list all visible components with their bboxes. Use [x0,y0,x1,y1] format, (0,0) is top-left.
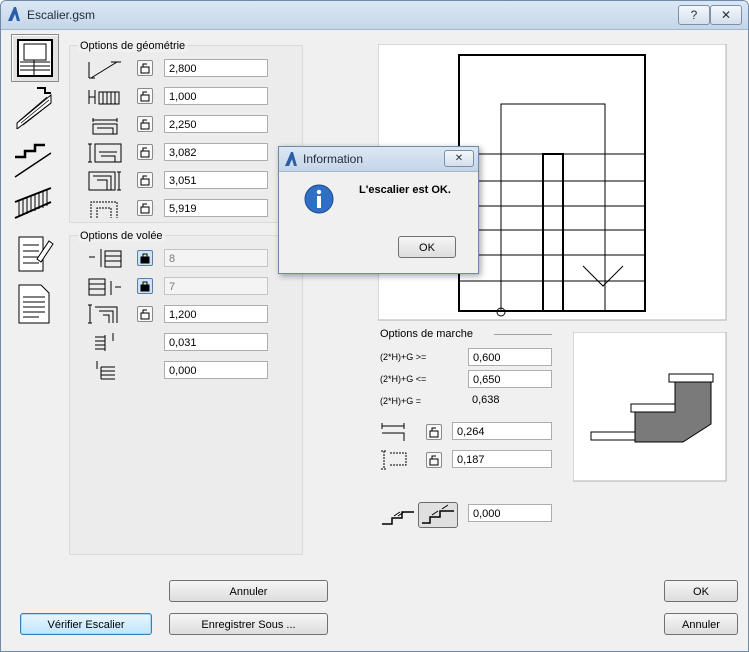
dialog-message: L'escalier est OK. [359,184,451,196]
step-options-title: Options de marche [380,328,473,340]
tab-railing[interactable] [11,182,57,228]
lock-button-5[interactable] [137,172,153,188]
close-button[interactable]: ✕ [710,5,742,25]
geometry-field-5[interactable]: 3,051 [164,171,268,189]
perimeter-icon [90,201,118,218]
rule-result-label: (2*H)+G = [380,396,422,406]
lock-button-7[interactable] [137,250,153,266]
dialog-title: Information [303,152,364,166]
flight-field-3[interactable]: 1,200 [164,305,268,323]
document-icon [18,284,50,324]
rule-max-field[interactable]: 0,650 [468,370,552,388]
lock-icon [140,119,150,130]
cancel-button-right[interactable]: Annuler [664,613,738,635]
lock-button-3[interactable] [137,116,153,132]
geometry-field-1[interactable]: 2,800 [164,59,268,77]
check-stair-button[interactable]: Vérifier Escalier [20,613,152,635]
dialog-ok-button[interactable]: OK [398,236,456,258]
stair-section-icon [14,143,52,178]
edit-icon [18,236,54,272]
save-as-button[interactable]: Enregistrer Sous ... [169,613,328,635]
lock-icon [140,309,150,320]
rule-min-label: (2*H)+G >= [380,352,427,362]
risers-count-icon [89,249,122,268]
help-button[interactable]: ? [678,5,710,25]
railing-icon [14,187,52,219]
landing-offset-icon [96,361,115,380]
rule-min-field[interactable]: 0,600 [468,348,552,366]
nosing-bevel-icon [422,504,454,524]
lock-icon [140,147,150,158]
step-section-preview [573,332,727,482]
lock-button-9[interactable] [137,306,153,322]
geometry-field-4[interactable]: 3,082 [164,143,268,161]
title-bar: Escalier.gsm ? ✕ [1,1,748,30]
cancel-button-left[interactable]: Annuler [169,580,328,602]
lock-icon [140,63,150,74]
riser-field[interactable]: 0,187 [452,450,552,468]
nosing-field[interactable]: 0,000 [468,504,552,522]
flight-title: Options de volée [78,230,165,242]
height-icon [88,61,121,79]
lock-button-tread[interactable] [426,424,442,440]
lock-button-1[interactable] [137,60,153,76]
flight-field-2[interactable]: 7 [164,277,268,295]
lock-icon [140,91,150,102]
geometry-field-6[interactable]: 5,919 [164,199,268,217]
window-title: Escalier.gsm [27,8,96,22]
lock-icon [429,427,439,438]
archicad-icon [8,7,20,21]
lock-icon [140,175,150,186]
tread-field[interactable]: 0,264 [452,422,552,440]
tab-stair-plan[interactable] [11,34,59,82]
ok-button[interactable]: OK [664,580,738,602]
treads-count-icon [88,278,121,296]
archicad-icon [285,152,297,166]
lock-icon [429,455,439,466]
step-title-divider [494,334,552,335]
dialog-title-bar: Information ✕ [279,147,478,172]
lock-button-4[interactable] [137,144,153,160]
nosing-bevel-button[interactable] [418,502,458,528]
dialog-close-button[interactable]: ✕ [444,150,474,167]
main-window: Escalier.gsm ? ✕ Options de géométrie 2,… [0,0,749,652]
lock-button-8[interactable] [137,278,153,294]
offset-icon [95,333,114,351]
rule-max-label: (2*H)+G <= [380,374,427,384]
flight-field-5[interactable]: 0,000 [164,361,268,379]
geometry-field-3[interactable]: 2,250 [164,115,268,133]
tab-stair-slope[interactable] [11,83,57,131]
lock-button-riser[interactable] [426,452,442,468]
depth-icon [88,143,122,163]
lock-icon [140,281,150,292]
flight-field-1[interactable]: 8 [164,249,268,267]
information-dialog: Information ✕ L'escalier est OK. OK [278,146,479,274]
tab-edit[interactable] [11,231,57,277]
info-icon [304,184,334,214]
tread-depth-icon [381,423,405,441]
geometry-title: Options de géométrie [78,40,188,52]
lock-button-6[interactable] [137,200,153,216]
geometry-field-2[interactable]: 1,000 [164,87,268,105]
lock-icon [140,253,150,264]
nosing-flat-icon [382,511,414,525]
stair-plan-icon [17,39,53,77]
lock-button-2[interactable] [137,88,153,104]
flight-field-4[interactable]: 0,031 [164,333,268,351]
span-icon [88,171,121,191]
tab-stair-section[interactable] [11,133,57,179]
lock-icon [140,203,150,214]
rule-result-value: 0,638 [472,394,500,406]
stair-slope-icon [16,87,52,131]
width-icon [88,90,120,105]
tab-document[interactable] [11,281,57,327]
flight-width-icon [88,304,118,324]
length-icon [92,118,118,135]
riser-height-icon [381,450,407,470]
